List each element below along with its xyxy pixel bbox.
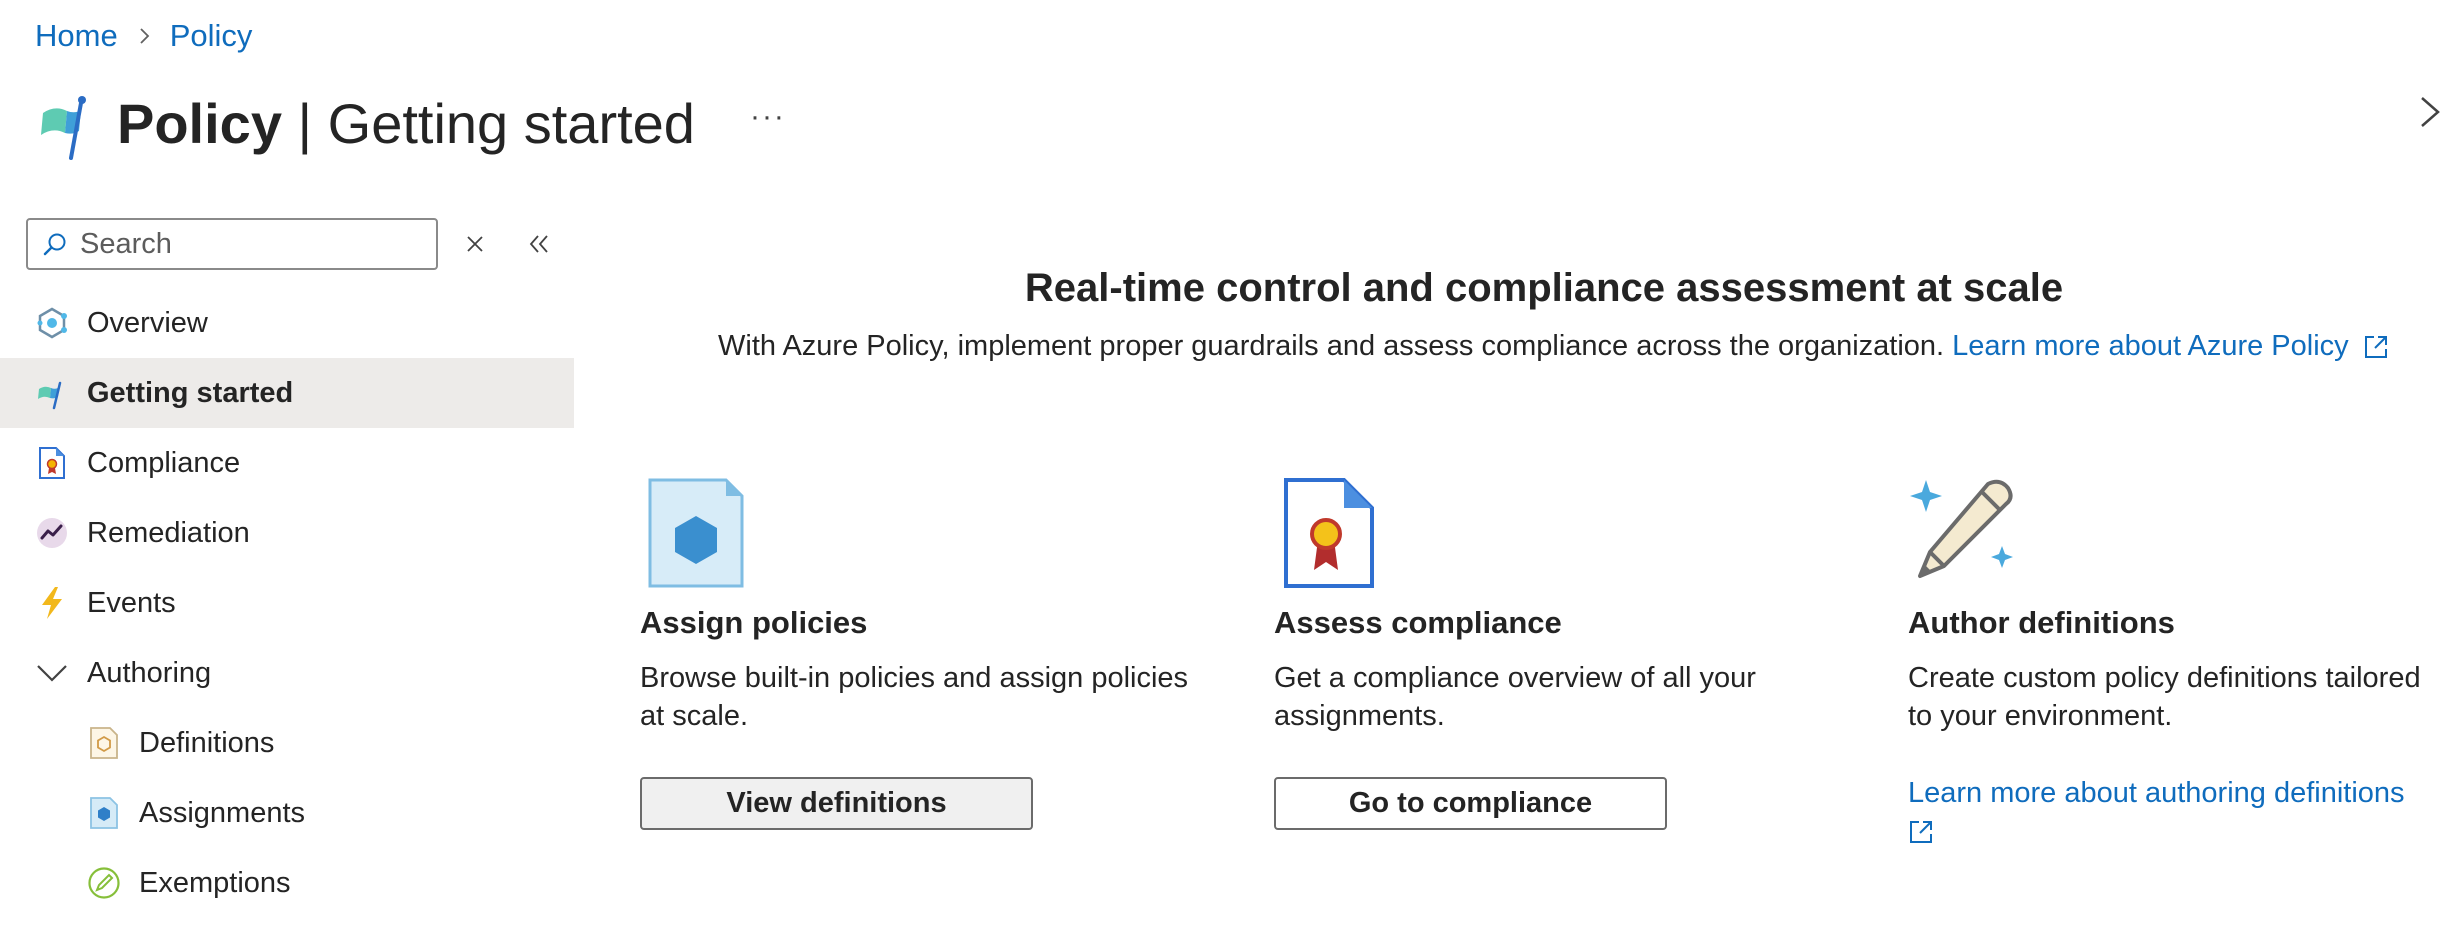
- compliance-certificate-icon: [1284, 478, 1374, 588]
- page-title-bold: Policy: [117, 91, 282, 155]
- sidebar-item-authoring[interactable]: Authoring: [0, 638, 574, 708]
- card-description: Create custom policy definitions tailore…: [1908, 662, 2421, 732]
- assign-policy-document-icon: [648, 478, 744, 588]
- remediation-icon: [34, 515, 70, 551]
- sidebar-item-label: Overview: [87, 306, 208, 339]
- sidebar-item-assignments[interactable]: Assignments: [0, 778, 574, 848]
- events-icon: [34, 585, 70, 621]
- sidebar-item-events[interactable]: Events: [0, 568, 574, 638]
- policy-flag-icon: [41, 96, 86, 160]
- sidebar-item-label: Exemptions: [139, 866, 291, 899]
- sidebar-item-getting-started[interactable]: Getting started: [0, 358, 574, 428]
- card-title: Author definitions: [1908, 605, 2175, 640]
- learn-more-azure-policy-link[interactable]: Learn more about Azure Policy: [1952, 330, 2349, 363]
- view-definitions-button[interactable]: View definitions: [640, 777, 1033, 830]
- sidebar-item-label: Assignments: [139, 796, 306, 829]
- sidebar-item-label: Remediation: [87, 516, 250, 549]
- search-box: [26, 218, 438, 270]
- pencil-sparkle-icon: [1910, 479, 2013, 578]
- sidebar-item-compliance[interactable]: Compliance: [0, 428, 574, 498]
- page-header: Policy | Getting started ···: [35, 78, 786, 168]
- compliance-icon: [34, 445, 70, 481]
- sidebar-item-label: Definitions: [139, 726, 275, 759]
- more-actions-button[interactable]: ···: [750, 100, 786, 134]
- external-link-icon: [1910, 821, 1932, 843]
- hero-subtitle: With Azure Policy, implement proper guar…: [718, 330, 2389, 363]
- breadcrumb-home-link[interactable]: Home: [35, 18, 118, 54]
- exemptions-icon: [86, 865, 122, 901]
- double-chevron-left-icon: [529, 235, 548, 253]
- hero-title: Real-time control and compliance assessm…: [574, 266, 2440, 311]
- search-icon: [43, 233, 66, 256]
- assess-compliance-card: Assess compliance Get a compliance overv…: [1274, 478, 1834, 830]
- breadcrumb: Home Policy: [35, 18, 252, 54]
- assignments-icon: [86, 795, 122, 831]
- close-icon[interactable]: [2414, 92, 2440, 132]
- learn-more-authoring-link[interactable]: Learn more about authoring definitions: [1908, 775, 2428, 845]
- card-title: Assess compliance: [1274, 605, 1562, 640]
- page-title-separator: |: [281, 91, 328, 155]
- definitions-icon: [86, 725, 122, 761]
- clear-search-button[interactable]: [460, 229, 490, 259]
- sidebar-item-overview[interactable]: Overview: [0, 288, 574, 358]
- hero-subtitle-text: With Azure Policy, implement proper guar…: [718, 330, 1945, 362]
- author-definitions-card: Author definitions Create custom policy …: [1908, 478, 2428, 845]
- close-icon: [467, 236, 483, 252]
- external-link-icon[interactable]: [2363, 334, 2389, 360]
- overview-icon: [34, 305, 70, 341]
- sidebar-item-definitions[interactable]: Definitions: [0, 708, 574, 778]
- sidebar-item-label: Compliance: [87, 446, 241, 479]
- learn-more-authoring-text: Learn more about authoring definitions: [1908, 777, 2405, 809]
- page-title-rest: Getting started: [327, 91, 695, 155]
- card-title: Assign policies: [640, 605, 868, 640]
- hero-title-text: Real-time control and compliance assessm…: [1024, 266, 2064, 310]
- go-to-compliance-button[interactable]: Go to compliance: [1274, 777, 1667, 830]
- sidebar-nav: Overview Getting started Compliance Reme…: [0, 288, 574, 918]
- page-title: Policy | Getting started: [117, 91, 695, 156]
- chevron-right-icon: [140, 28, 149, 44]
- sidebar-item-label: Events: [87, 586, 176, 619]
- sidebar-item-label: Getting started: [87, 376, 294, 409]
- chevron-down-icon: [34, 655, 70, 691]
- sidebar-item-label: Authoring: [87, 656, 212, 689]
- search-input[interactable]: [78, 226, 418, 262]
- assign-policies-card: Assign policies Browse built-in policies…: [640, 478, 1200, 830]
- sidebar-search-row: [26, 218, 554, 270]
- card-description: Get a compliance overview of all your as…: [1274, 662, 1756, 732]
- collapse-sidebar-button[interactable]: [524, 229, 554, 259]
- sidebar-item-exemptions[interactable]: Exemptions: [0, 848, 574, 918]
- card-description: Browse built-in policies and assign poli…: [640, 662, 1189, 732]
- getting-started-icon: [34, 375, 70, 411]
- breadcrumb-policy-link[interactable]: Policy: [170, 18, 253, 54]
- sidebar-item-remediation[interactable]: Remediation: [0, 498, 574, 568]
